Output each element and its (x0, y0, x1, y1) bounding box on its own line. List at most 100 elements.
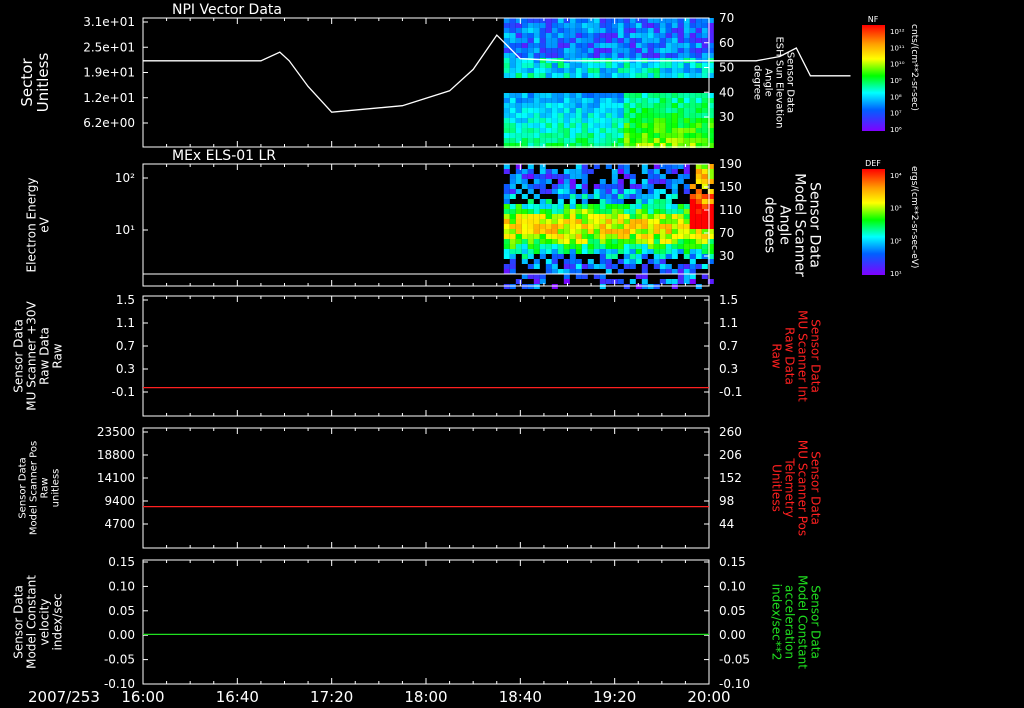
panel-1-spectrogram-cell (569, 73, 576, 78)
panel-2-spectrogram-cell (701, 239, 708, 244)
panel-1-spectrogram-cell (635, 38, 642, 43)
panel-2-spectrogram-cell (695, 224, 702, 229)
panel-2-spectrogram-cell (623, 254, 630, 259)
panel-2-spectrogram-cell (593, 249, 600, 254)
panel-2-spectrogram-cell (695, 214, 702, 219)
panel-2-spectrogram-cell (617, 164, 624, 169)
panel-1-spectrogram-cell (569, 103, 576, 108)
panel-2-spectrogram-cell (551, 254, 558, 259)
panel-2-spectrogram-cell (701, 164, 708, 169)
panel-1-spectrogram-cell (653, 128, 660, 133)
panel-1-spectrogram-cell (611, 123, 618, 128)
panel-1-spectrogram-cell (641, 113, 648, 118)
panel-2-spectrogram-cell (701, 204, 708, 209)
panel-2-spectrogram-cell (569, 194, 576, 199)
panel-1-spectrogram-cell (677, 18, 684, 23)
panel-1-spectrogram-cell (545, 48, 552, 53)
panel-1-spectrogram-cell (659, 123, 666, 128)
panel-2-spectrogram-cell (659, 164, 666, 169)
panel-1-spectrogram-cell (689, 48, 696, 53)
panel-2-spectrogram-cell (617, 244, 624, 249)
panel-1-spectrogram-cell (677, 68, 684, 73)
panel-2-spectrogram-cell (569, 244, 576, 249)
panel-2-spectrogram-cell (653, 254, 660, 259)
panel-2-spectrogram-cell (683, 229, 690, 234)
panel-2-spectrogram-cell (563, 209, 570, 214)
panel-2-spectrogram-cell (509, 269, 516, 274)
panel-1-spectrogram-cell (683, 48, 690, 53)
panel-2-spectrogram-cell (629, 259, 636, 264)
panel-1-spectrogram-cell (605, 113, 612, 118)
panel-2-spectrogram-cell (521, 224, 528, 229)
panel-2-spectrogram-cell (611, 214, 618, 219)
panel-2-spectrogram-cell (569, 209, 576, 214)
panel-2-spectrogram-cell (503, 189, 510, 194)
panel-3-ylabel-line: Raw Data (38, 327, 52, 385)
panel-2-spectrogram-cell (509, 204, 516, 209)
panel-2-spectrogram-cell (527, 274, 534, 279)
panel-1-spectrogram-cell (695, 48, 702, 53)
panel-2-spectrogram-cell (677, 274, 684, 279)
panel-2-spectrogram-cell (629, 279, 636, 284)
panel-1-spectrogram-cell (569, 43, 576, 48)
panel-2-spectrogram-cell (569, 179, 576, 184)
panel-2-spectrogram-cell (545, 214, 552, 219)
panel-1-spectrogram-cell (671, 48, 678, 53)
panel-1-spectrogram-cell (503, 63, 510, 68)
panel-1-spectrogram-cell (623, 38, 630, 43)
panel-1-spectrogram-cell (653, 133, 660, 138)
panel-1-spectrogram-cell (641, 73, 648, 78)
panel-1-spectrogram-cell (533, 68, 540, 73)
panel-2-spectrogram-cell (629, 214, 636, 219)
panel-1-spectrogram-cell (575, 23, 582, 28)
panel-1-spectrogram-cell (533, 38, 540, 43)
panel-1-spectrogram-cell (695, 23, 702, 28)
panel-2-spectrogram-cell (557, 269, 564, 274)
panel-1-spectrogram-cell (569, 113, 576, 118)
panel-1-spectrogram-cell (641, 38, 648, 43)
panel-1-spectrogram-cell (515, 123, 522, 128)
panel-1-spectrogram-cell (539, 73, 546, 78)
panel-1-spectrogram-cell (671, 98, 678, 103)
panel-2-spectrogram-cell (569, 184, 576, 189)
panel-2-spectrogram-cell (575, 194, 582, 199)
panel-1-spectrogram-cell (509, 63, 516, 68)
panel-1-spectrogram-cell (575, 138, 582, 143)
panel-2-spectrogram-cell (689, 224, 696, 229)
panel-1-spectrogram-cell (563, 18, 570, 23)
panel-2-ylabel-line: eV (38, 216, 52, 232)
panel-1-spectrogram-cell (641, 53, 648, 58)
panel-1-spectrogram-cell (641, 93, 648, 98)
panel-1-spectrogram-cell (617, 138, 624, 143)
panel-5-y2-tick-label: -0.05 (719, 653, 750, 667)
panel-1-spectrogram-cell (587, 28, 594, 33)
panel-2-spectrogram-cell (635, 209, 642, 214)
panel-1-spectrogram-cell (581, 133, 588, 138)
panel-1-spectrogram-cell (635, 18, 642, 23)
panel-1-spectrogram-cell (635, 73, 642, 78)
panel-1-spectrogram-cell (671, 53, 678, 58)
panel-1-spectrogram-cell (677, 23, 684, 28)
panel-1-spectrogram-cell (503, 128, 510, 133)
panel-1-spectrogram-cell (605, 28, 612, 33)
panel-1-spectrogram-cell (683, 28, 690, 33)
panel-1-spectrogram-cell (569, 98, 576, 103)
panel-1-spectrogram-cell (593, 128, 600, 133)
panel-1-spectrogram-cell (683, 138, 690, 143)
panel-1-spectrogram-cell (563, 23, 570, 28)
panel-2-spectrogram-cell (521, 259, 528, 264)
panel-2-spectrogram-cell (569, 239, 576, 244)
panel-1-spectrogram-cell (683, 93, 690, 98)
panel-2-spectrogram-cell (587, 169, 594, 174)
panel-2-spectrogram-cell (557, 214, 564, 219)
panel-1-spectrogram-cell (521, 53, 528, 58)
panel-1-spectrogram-cell (569, 28, 576, 33)
panel-1-spectrogram-cell (701, 53, 708, 58)
panel-1-spectrogram-cell (581, 53, 588, 58)
panel-1-spectrogram-cell (593, 68, 600, 73)
panel-1-spectrogram-cell (581, 18, 588, 23)
panel-2-spectrogram-cell (647, 239, 654, 244)
panel-1-spectrogram-cell (527, 33, 534, 38)
panel-2-spectrogram-cell (695, 164, 702, 169)
panel-5-y2label-line: acceleration (783, 585, 797, 659)
